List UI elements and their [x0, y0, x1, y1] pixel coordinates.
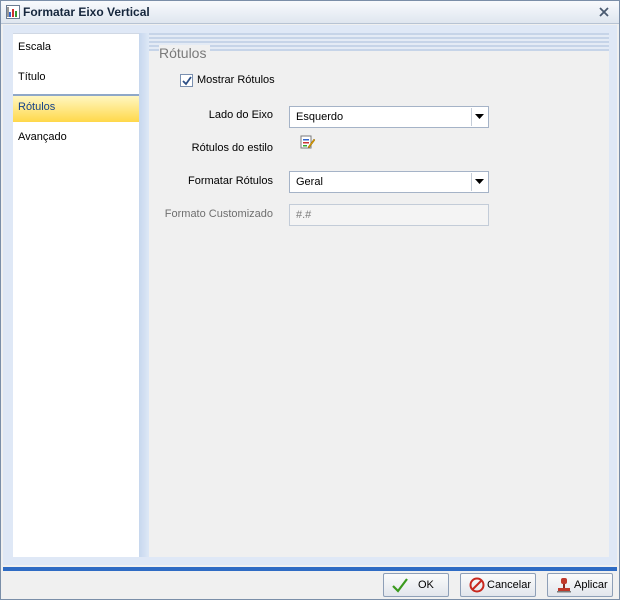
chart-axis-icon	[6, 5, 20, 19]
sidebar-item-label: Rótulos	[18, 101, 56, 113]
format-labels-value: Geral	[296, 176, 323, 188]
label-style-label: Rótulos do estilo	[191, 142, 273, 154]
cancel-button[interactable]: Cancelar	[460, 573, 536, 597]
cancel-icon	[469, 577, 485, 593]
dropdown-arrow-icon[interactable]	[471, 108, 487, 126]
checkmark-icon	[182, 76, 192, 86]
sidebar-item-label: Escala	[18, 41, 52, 53]
sidebar-item-label: Avançado	[18, 131, 67, 143]
panel-title: Rótulos	[159, 45, 211, 61]
labels-panel: Rótulos Mostrar Rótulos Lado do Eixo Esq…	[149, 33, 609, 557]
sidebar-divider	[139, 33, 149, 557]
button-bar: OK Cancelar Aplicar	[3, 571, 617, 599]
format-labels-label: Formatar Rótulos	[188, 175, 273, 187]
ok-button[interactable]: OK	[383, 573, 449, 597]
sidebar-nav: Escala Título Rótulos Avançado	[13, 33, 139, 557]
style-edit-icon[interactable]	[299, 134, 316, 150]
sidebar-item-escala[interactable]: Escala	[13, 34, 139, 62]
show-labels-checkbox[interactable]	[180, 74, 193, 87]
ok-label: OK	[418, 579, 434, 591]
axis-side-label: Lado do Eixo	[208, 109, 273, 121]
cancel-label: Cancelar	[487, 579, 532, 591]
sidebar-item-avancado[interactable]: Avançado	[13, 124, 139, 152]
dialog-body: Escala Título Rótulos Avançado Rótulos M…	[3, 25, 617, 565]
axis-side-select[interactable]: Esquerdo	[289, 106, 489, 128]
custom-format-label: Formato Customizado	[164, 208, 273, 220]
custom-format-input[interactable]	[289, 204, 489, 226]
sidebar-item-rotulos[interactable]: Rótulos	[13, 94, 139, 122]
panel-header-stripe	[149, 33, 609, 51]
apply-label: Aplicar	[574, 579, 608, 591]
dropdown-arrow-icon[interactable]	[471, 173, 487, 191]
apply-button[interactable]: Aplicar	[547, 573, 613, 597]
close-icon[interactable]	[597, 5, 611, 19]
apply-stamp-icon	[556, 577, 572, 593]
axis-side-value: Esquerdo	[296, 111, 344, 123]
format-axis-dialog: Formatar Eixo Vertical Escala Título Rót…	[0, 0, 620, 600]
show-labels-label[interactable]: Mostrar Rótulos	[197, 74, 275, 86]
sidebar-item-label: Título	[18, 71, 46, 83]
format-labels-select[interactable]: Geral	[289, 171, 489, 193]
check-icon	[392, 577, 408, 593]
dialog-title: Formatar Eixo Vertical	[23, 5, 150, 19]
sidebar-item-titulo[interactable]: Título	[13, 64, 139, 92]
title-bar[interactable]: Formatar Eixo Vertical	[1, 1, 619, 24]
